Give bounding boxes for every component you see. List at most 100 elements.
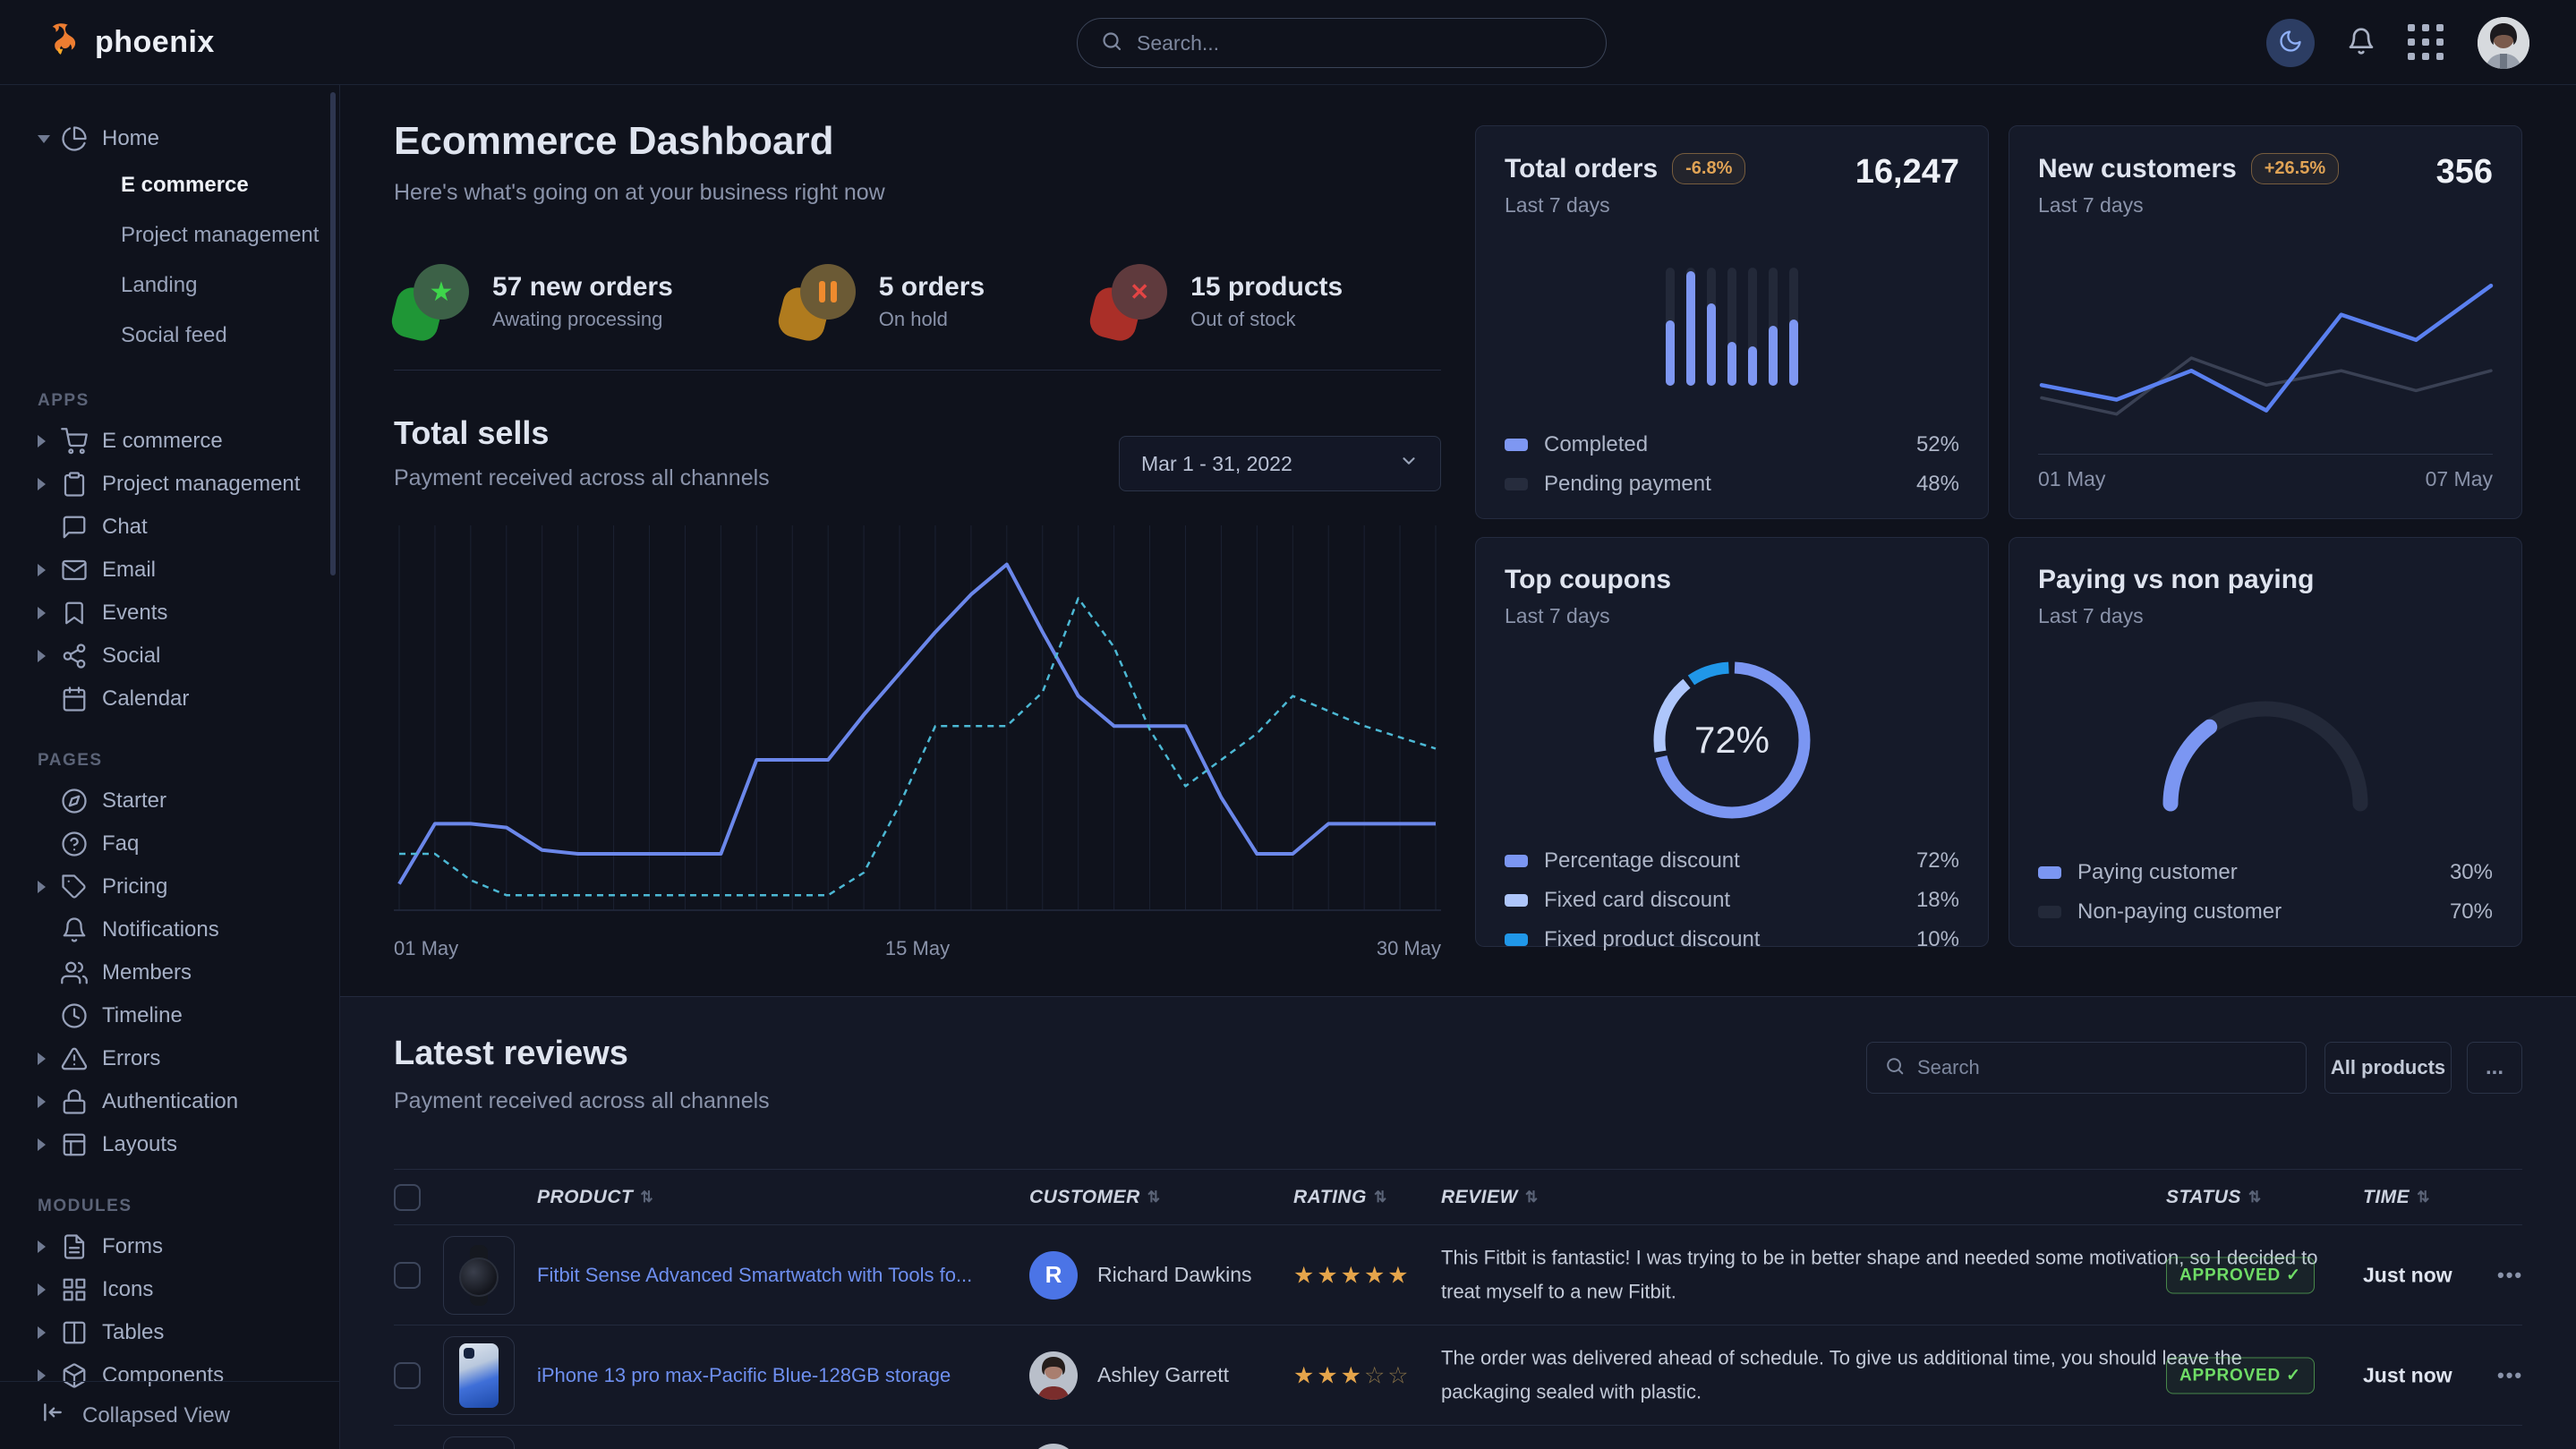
legend-value: 72%: [1916, 848, 1959, 874]
select-all-checkbox[interactable]: [394, 1184, 421, 1211]
bar-fill: [1727, 342, 1736, 386]
sidebar-item-social[interactable]: Social: [0, 635, 339, 678]
search-input[interactable]: [1137, 31, 1582, 55]
notifications-button[interactable]: [2347, 27, 2376, 58]
sidebar-scrollbar[interactable]: [330, 92, 336, 575]
customer-avatar[interactable]: [1029, 1444, 1078, 1449]
sidebar-item-events[interactable]: Events: [0, 592, 339, 635]
sidebar-item-project-management[interactable]: Project management: [0, 463, 339, 506]
reviews-search-input[interactable]: [1917, 1056, 2288, 1079]
new-customers-x-axis: 01 May 07 May: [2038, 454, 2493, 491]
donut-center-value: 72%: [1647, 655, 1817, 825]
sidebar-item-notifications[interactable]: Notifications: [0, 908, 339, 951]
column-header-product[interactable]: PRODUCT⇅: [537, 1187, 653, 1208]
stat-item: ★57 new ordersAwating processing: [394, 264, 673, 339]
total-sells-title: Total sells: [394, 414, 549, 452]
order-bar: [1769, 268, 1778, 386]
bell-icon: [2347, 27, 2376, 58]
sidebar-item-calendar[interactable]: Calendar: [0, 678, 339, 720]
sidebar-item-e-commerce[interactable]: E commerce: [0, 420, 339, 463]
layout-icon: [61, 1131, 102, 1158]
legend-row: Completed52%: [1505, 432, 1959, 457]
reviews-title: Latest reviews: [394, 1035, 628, 1073]
sidebar-item-starter[interactable]: Starter: [0, 780, 339, 823]
bar-fill: [1686, 271, 1695, 386]
sidebar-item-timeline[interactable]: Timeline: [0, 994, 339, 1037]
sidebar-item-errors[interactable]: Errors: [0, 1037, 339, 1080]
bookmark-icon: [61, 600, 102, 626]
product-link[interactable]: Fitbit Sense Advanced Smartwatch with To…: [537, 1264, 972, 1287]
sidebar-item-members[interactable]: Members: [0, 951, 339, 994]
sidebar: HomeE commerceProject managementLandingS…: [0, 85, 340, 1449]
product-link[interactable]: iPhone 13 pro max-Pacific Blue-128GB sto…: [537, 1364, 951, 1387]
columns-icon: [61, 1319, 102, 1346]
sidebar-item-label: Chat: [102, 515, 148, 540]
column-header-time[interactable]: TIME⇅: [2363, 1187, 2430, 1208]
sidebar-item-label: Starter: [102, 788, 166, 814]
row-more-button[interactable]: •••: [2497, 1364, 2523, 1387]
sidebar-item-layouts[interactable]: Layouts: [0, 1123, 339, 1166]
sidebar-subitem-project-management[interactable]: Project management: [0, 210, 339, 260]
row-checkbox[interactable]: [394, 1262, 421, 1289]
sidebar-item-email[interactable]: Email: [0, 549, 339, 592]
card-title: Paying vs non paying: [2038, 565, 2493, 595]
sidebar-item-label: Layouts: [102, 1132, 177, 1157]
sidebar-item-home[interactable]: Home: [0, 117, 339, 160]
sidebar-item-chat[interactable]: Chat: [0, 506, 339, 549]
chevron-right-icon: [38, 564, 61, 576]
sidebar-item-pricing[interactable]: Pricing: [0, 865, 339, 908]
all-products-button[interactable]: All products: [2324, 1042, 2452, 1094]
shopping-cart-icon: [61, 428, 102, 455]
change-badge: -6.8%: [1672, 153, 1745, 184]
tag-icon: [61, 874, 102, 900]
sidebar-item-icons[interactable]: Icons: [0, 1268, 339, 1311]
chevron-down-icon: [38, 135, 61, 143]
stat-item: 5 ordersOn hold: [780, 264, 985, 339]
sidebar-subitem-social-feed[interactable]: Social feed: [0, 311, 339, 361]
sidebar-item-faq[interactable]: Faq: [0, 823, 339, 865]
stats-divider: [394, 370, 1441, 371]
sidebar-item-label: Home: [102, 126, 159, 151]
customer-avatar[interactable]: R: [1029, 1251, 1078, 1300]
phoenix-flame-icon: [47, 22, 82, 63]
legend-label: Fixed card discount: [1544, 888, 1730, 913]
product-thumbnail[interactable]: [443, 1236, 515, 1315]
paying-card: Paying vs non paying Last 7 days Paying …: [2009, 537, 2522, 947]
sidebar-item-label: Tables: [102, 1320, 164, 1345]
apps-menu-button[interactable]: [2408, 24, 2445, 62]
sidebar-subitem-e-commerce[interactable]: E commerce: [0, 160, 339, 210]
customer-avatar[interactable]: [1029, 1351, 1078, 1400]
product-thumbnail[interactable]: [443, 1436, 515, 1449]
orders-bar-chart: [1505, 268, 1959, 386]
sidebar-item-authentication[interactable]: Authentication: [0, 1080, 339, 1123]
theme-toggle-button[interactable]: [2266, 19, 2315, 67]
user-avatar[interactable]: [2478, 17, 2529, 69]
row-more-button[interactable]: •••: [2497, 1264, 2523, 1287]
mail-icon: [61, 557, 102, 584]
paying-gauge-chart: [2145, 680, 2386, 821]
customer-cell: RRichard Dawkins: [1029, 1251, 1252, 1300]
sidebar-subitem-landing[interactable]: Landing: [0, 260, 339, 311]
column-header-review[interactable]: REVIEW⇅: [1441, 1187, 1539, 1208]
column-header-status[interactable]: STATUS⇅: [2166, 1187, 2262, 1208]
row-checkbox[interactable]: [394, 1362, 421, 1389]
sidebar-section-label-pages: PAGES: [0, 720, 339, 780]
column-header-customer[interactable]: CUSTOMER⇅: [1029, 1187, 1161, 1208]
product-thumbnail[interactable]: [443, 1336, 515, 1415]
legend-value: 52%: [1916, 432, 1959, 457]
app-logo[interactable]: phoenix: [47, 22, 215, 63]
sidebar-item-tables[interactable]: Tables: [0, 1311, 339, 1354]
reviews-search[interactable]: [1866, 1042, 2307, 1094]
card-period: Last 7 days: [2038, 604, 2493, 628]
latest-reviews-section: Latest reviews Payment received across a…: [340, 996, 2576, 1449]
collapse-view-button[interactable]: Collapsed View: [0, 1381, 339, 1449]
sidebar-item-forms[interactable]: Forms: [0, 1225, 339, 1268]
legend-row: Paying customer30%: [2038, 860, 2493, 885]
global-search[interactable]: [1077, 18, 1607, 68]
bell-icon: [61, 916, 102, 943]
card-title: New customers: [2038, 154, 2237, 184]
column-header-rating[interactable]: RATING⇅: [1293, 1187, 1387, 1208]
reviews-more-button[interactable]: ...: [2467, 1042, 2522, 1094]
date-range-select[interactable]: Mar 1 - 31, 2022: [1119, 436, 1441, 491]
legend-value: 18%: [1916, 888, 1959, 913]
